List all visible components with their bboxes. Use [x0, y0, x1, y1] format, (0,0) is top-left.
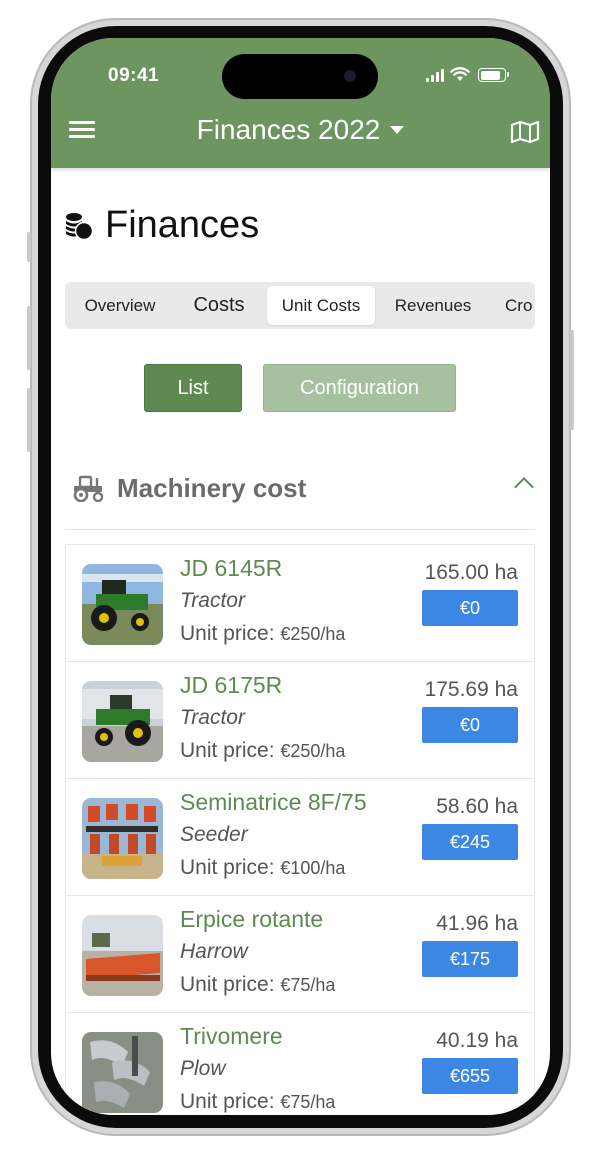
- unit-price: Unit price: €75/ha: [180, 973, 335, 997]
- season-selector[interactable]: Finances 2022: [51, 114, 550, 146]
- machine-area: 40.19 ha: [436, 1029, 518, 1052]
- volume-down-button: [27, 388, 31, 452]
- unit-price: Unit price: €100/ha: [180, 856, 345, 880]
- cost-button[interactable]: €655: [422, 1058, 518, 1094]
- machine-area: 165.00 ha: [424, 561, 518, 584]
- signal-icon: [426, 68, 444, 82]
- section-title: Machinery cost: [117, 472, 307, 503]
- unit-price-value: €250/ha: [280, 624, 346, 644]
- volume-up-button: [27, 306, 31, 370]
- app-screen: 09:41 Finances 2022 Finances Overview Co…: [51, 38, 550, 1115]
- unit-price: Unit price: €250/ha: [180, 739, 345, 763]
- list-button[interactable]: List: [144, 364, 242, 412]
- machine-area: 175.69 ha: [424, 678, 518, 701]
- unit-price-label: Unit price:: [180, 973, 275, 996]
- unit-price-value: €75/ha: [280, 1092, 336, 1112]
- tractor-icon: [73, 475, 104, 502]
- tab-unit-costs[interactable]: Unit Costs: [267, 286, 375, 325]
- tractor-photo: [82, 564, 163, 645]
- page-title: Finances: [65, 204, 259, 247]
- list-item[interactable]: Erpice rotante Harrow Unit price: €75/ha…: [65, 895, 535, 1012]
- page-title-text: Finances: [105, 204, 260, 246]
- machine-type: Seeder: [180, 823, 248, 846]
- machinery-section-header[interactable]: Machinery cost: [71, 468, 534, 508]
- unit-price-label: Unit price:: [180, 856, 275, 879]
- cost-button[interactable]: €175: [422, 941, 518, 977]
- dynamic-island: [222, 54, 378, 99]
- plow-photo: [82, 1032, 163, 1113]
- machinery-list: JD 6145R Tractor Unit price: €250/ha 165…: [65, 544, 535, 1115]
- unit-price-label: Unit price:: [180, 622, 275, 645]
- chevron-up-icon[interactable]: [514, 477, 534, 497]
- tab-overview[interactable]: Overview: [69, 286, 171, 325]
- seeder-photo: [82, 798, 163, 879]
- cost-button[interactable]: €0: [422, 590, 518, 626]
- list-item[interactable]: Trivomere Plow Unit price: €75/ha 40.19 …: [65, 1012, 535, 1115]
- tractor-photo: [82, 681, 163, 762]
- unit-price-value: €250/ha: [280, 741, 346, 761]
- tab-bar: Overview Costs Unit Costs Revenues Cro: [65, 282, 535, 329]
- section-divider: [65, 529, 535, 530]
- machine-type: Harrow: [180, 940, 248, 963]
- tab-crops[interactable]: Cro: [491, 286, 535, 325]
- machine-type: Plow: [180, 1057, 226, 1080]
- battery-icon: [478, 68, 509, 82]
- map-icon[interactable]: [510, 121, 540, 143]
- wifi-icon: [450, 67, 470, 81]
- machine-type: Tractor: [180, 589, 245, 612]
- header-title: Finances 2022: [196, 114, 381, 145]
- unit-price-value: €75/ha: [280, 975, 336, 995]
- list-item[interactable]: Seminatrice 8F/75 Seeder Unit price: €10…: [65, 778, 535, 895]
- harrow-photo: [82, 915, 163, 996]
- silent-switch: [27, 232, 31, 262]
- unit-price-label: Unit price:: [180, 739, 275, 762]
- status-icons: [426, 67, 509, 82]
- coins-icon: [66, 212, 93, 240]
- list-item[interactable]: JD 6145R Tractor Unit price: €250/ha 165…: [65, 544, 535, 661]
- machine-name: Trivomere: [180, 1023, 283, 1049]
- configuration-button[interactable]: Configuration: [263, 364, 456, 412]
- tab-revenues[interactable]: Revenues: [379, 286, 487, 325]
- unit-price-value: €100/ha: [280, 858, 346, 878]
- machine-area: 58.60 ha: [436, 795, 518, 818]
- cost-button[interactable]: €245: [422, 824, 518, 860]
- power-button: [570, 330, 574, 430]
- status-time: 09:41: [108, 65, 160, 86]
- machine-area: 41.96 ha: [436, 912, 518, 935]
- chevron-down-icon: [390, 125, 405, 134]
- machine-name: JD 6145R: [180, 555, 283, 581]
- machine-name: Erpice rotante: [180, 906, 324, 932]
- machine-name: Seminatrice 8F/75: [180, 789, 367, 815]
- cost-button[interactable]: €0: [422, 707, 518, 743]
- machine-name: JD 6175R: [180, 672, 283, 698]
- unit-price: Unit price: €250/ha: [180, 622, 345, 646]
- tab-costs[interactable]: Costs: [175, 286, 263, 325]
- list-item[interactable]: JD 6175R Tractor Unit price: €250/ha 175…: [65, 661, 535, 778]
- app-header: 09:41 Finances 2022: [51, 38, 550, 168]
- unit-price-label: Unit price:: [180, 1090, 275, 1113]
- machine-type: Tractor: [180, 706, 245, 729]
- unit-price: Unit price: €75/ha: [180, 1090, 335, 1114]
- camera-icon: [344, 70, 356, 82]
